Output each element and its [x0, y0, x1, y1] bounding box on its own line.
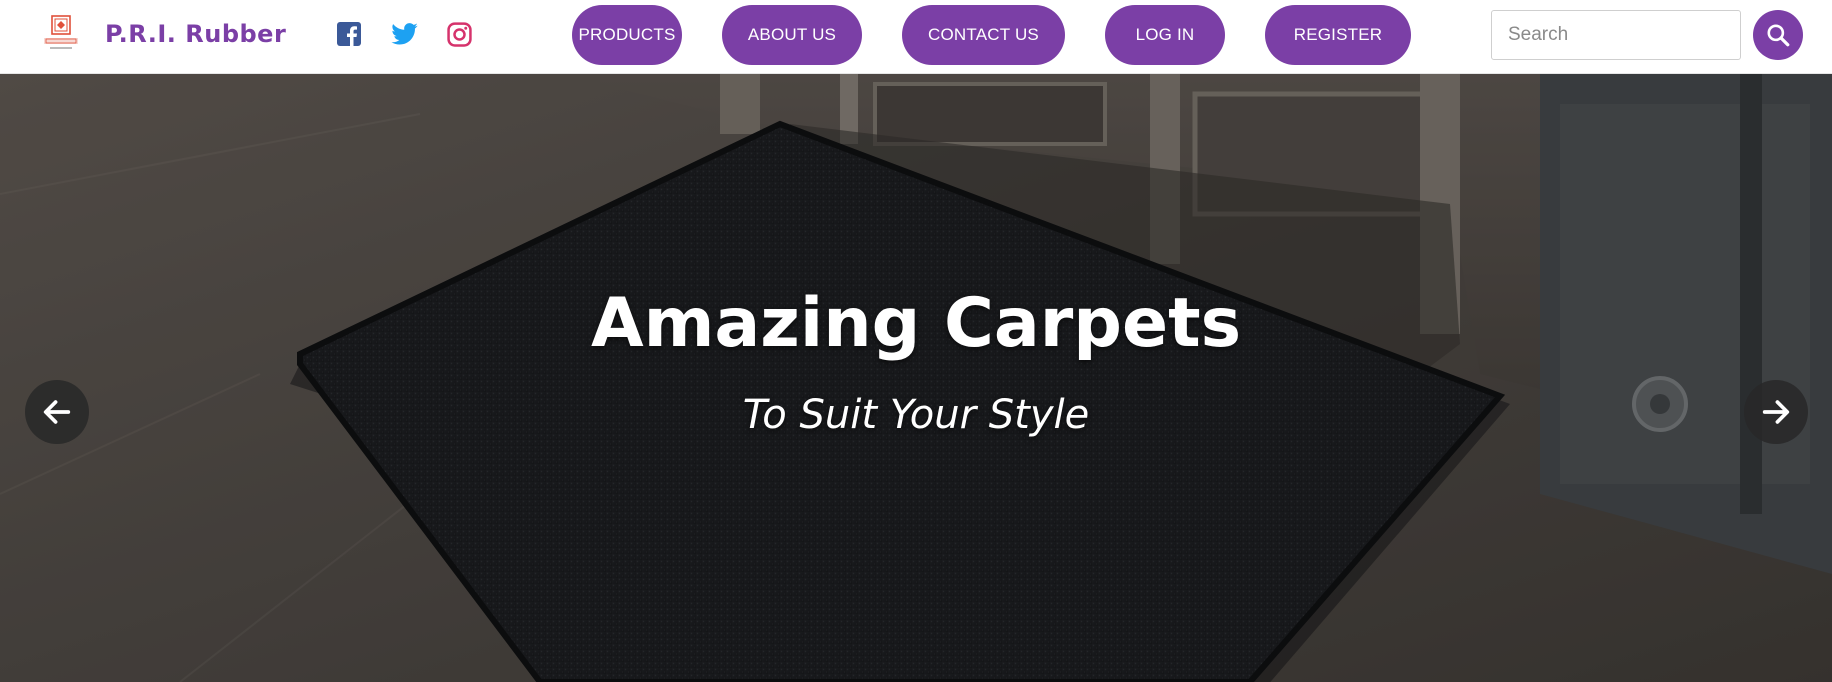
twitter-icon: [390, 23, 418, 45]
arrow-right-icon: [1762, 400, 1790, 424]
arrow-left-icon: [43, 400, 71, 424]
top-navbar: P.R.I. Rubber PRODUCTS ABOUT US CONTACT …: [0, 0, 1832, 74]
search-button[interactable]: [1753, 10, 1803, 60]
brand-logo[interactable]: [38, 14, 84, 54]
hero-subtitle: To Suit Your Style: [742, 392, 1090, 438]
facebook-icon: [337, 22, 361, 46]
hero-background-image: [0, 74, 1832, 682]
contact-us-button[interactable]: CONTACT US: [902, 5, 1065, 65]
twitter-link[interactable]: [390, 20, 418, 48]
brand-name[interactable]: P.R.I. Rubber: [105, 20, 286, 48]
search-input[interactable]: [1491, 10, 1741, 60]
hero-carousel: Amazing Carpets To Suit Your Style: [0, 74, 1832, 682]
instagram-link[interactable]: [445, 20, 473, 48]
instagram-icon: [446, 21, 472, 47]
hero-title: Amazing Carpets: [590, 284, 1242, 363]
log-in-button[interactable]: LOG IN: [1105, 5, 1225, 65]
about-us-button[interactable]: ABOUT US: [722, 5, 862, 65]
carousel-prev-button[interactable]: [25, 380, 89, 444]
products-button[interactable]: PRODUCTS: [572, 5, 682, 65]
carousel-next-button[interactable]: [1744, 380, 1808, 444]
facebook-link[interactable]: [335, 20, 363, 48]
register-button[interactable]: REGISTER: [1265, 5, 1411, 65]
search-icon: [1767, 24, 1790, 47]
